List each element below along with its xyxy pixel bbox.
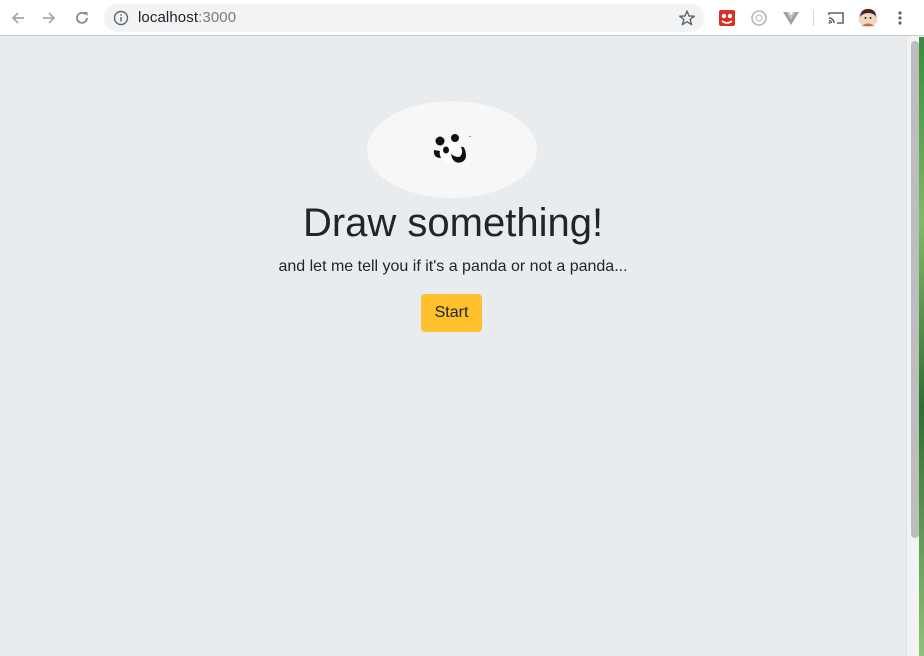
url-host: localhost [138, 9, 199, 26]
browser-toolbar: localhost:3000 [0, 0, 924, 36]
vue-devtools-icon [783, 12, 799, 25]
forward-button[interactable] [37, 6, 61, 30]
page-title: Draw something! [302, 201, 604, 245]
red-extension-icon [719, 10, 735, 26]
circle-extension-icon [751, 10, 767, 26]
profile-avatar[interactable] [858, 8, 878, 28]
red-extension-button[interactable] [717, 8, 737, 28]
url-port: :3000 [198, 9, 237, 26]
cast-button[interactable] [826, 8, 846, 28]
arrow-right-icon [43, 12, 56, 24]
scrollbar-thumb[interactable] [911, 41, 919, 538]
panda-logo [367, 101, 537, 198]
browser-menu-button[interactable] [890, 8, 910, 28]
address-bar[interactable]: localhost:3000 [104, 4, 704, 32]
info-icon[interactable] [113, 10, 129, 26]
url-text: localhost:3000 [138, 10, 236, 26]
star-icon[interactable] [678, 9, 696, 27]
avatar-icon [858, 8, 878, 28]
toolbar-separator [813, 10, 814, 26]
background-window-edge [919, 37, 924, 656]
start-button[interactable]: Start [421, 294, 482, 332]
kebab-menu-icon [898, 11, 902, 25]
back-button[interactable] [6, 6, 30, 30]
circle-extension-button[interactable] [749, 8, 769, 28]
reload-button[interactable] [70, 6, 94, 30]
panda-icon [433, 134, 471, 163]
cast-icon [828, 12, 844, 24]
page-viewport: Draw something! and let me tell you if i… [0, 37, 906, 656]
vue-devtools-button[interactable] [781, 8, 801, 28]
reload-icon [76, 11, 88, 24]
page-subtitle: and let me tell you if it's a panda or n… [278, 258, 628, 275]
arrow-left-icon [11, 12, 24, 24]
